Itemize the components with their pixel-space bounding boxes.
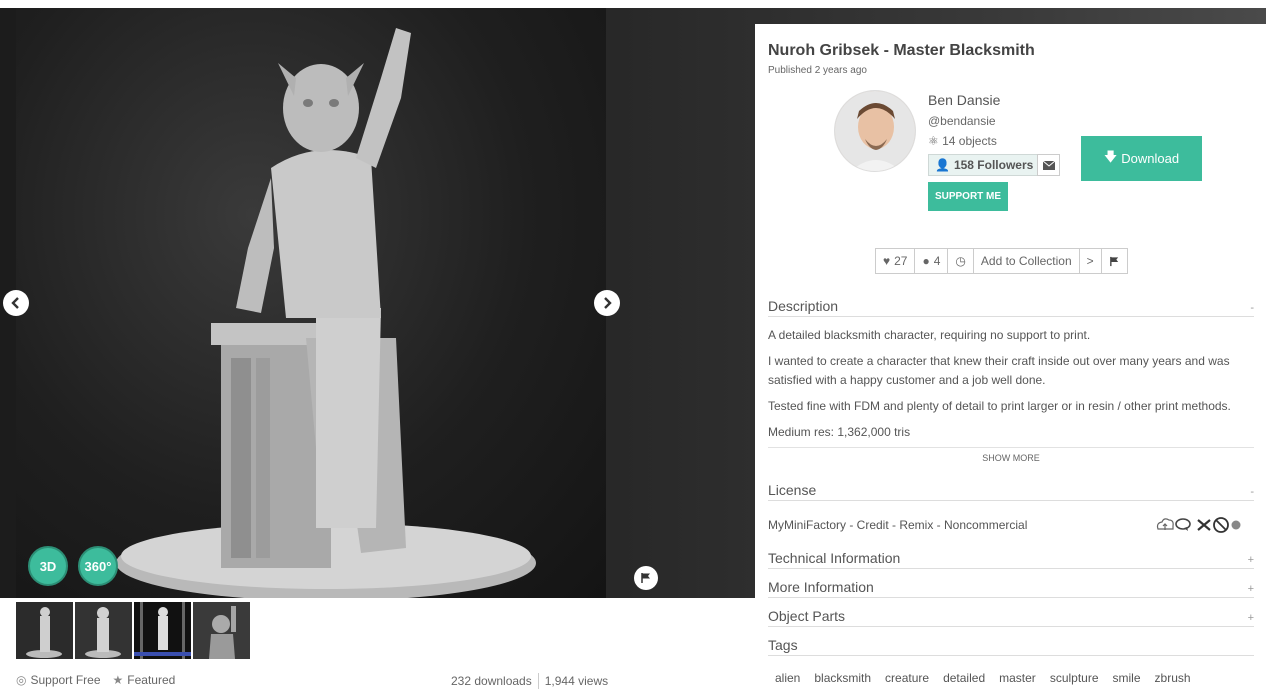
- heart-icon: ♥: [883, 254, 891, 268]
- expand-toggle: +: [1247, 612, 1254, 624]
- author-objects-count: 14 objects: [942, 134, 997, 148]
- tag-list: alien blacksmith creature detailed maste…: [768, 671, 1198, 685]
- likes-count: 27: [894, 254, 908, 268]
- tag-link[interactable]: master: [992, 671, 1043, 685]
- collapse-toggle: -: [1250, 486, 1254, 498]
- views-count: 1,944 views: [544, 674, 609, 688]
- author-handle: @bendansie: [928, 114, 996, 128]
- author-objects[interactable]: ⚛ 14 objects: [928, 134, 997, 148]
- thumbnail-image: [75, 602, 132, 659]
- technical-information-header[interactable]: Technical Information +: [768, 550, 1254, 569]
- tag-link[interactable]: alien: [768, 671, 807, 685]
- downloads-count: 232 downloads: [451, 674, 532, 688]
- comments-count: 4: [933, 254, 941, 268]
- featured-indicator: ★ Featured: [113, 673, 176, 687]
- no-support-icon: ◎: [16, 673, 27, 687]
- download-button[interactable]: 🡇 Download: [1081, 136, 1202, 181]
- more-information-header[interactable]: More Information +: [768, 579, 1254, 598]
- comment-icon: ●: [922, 254, 930, 268]
- description-paragraph: I wanted to create a character that knew…: [768, 354, 1230, 387]
- object-title: Nuroh Gribsek - Master Blacksmith: [768, 42, 1035, 59]
- report-button[interactable]: [1102, 249, 1127, 273]
- more-information-heading: More Information: [768, 579, 874, 595]
- gallery-footer-left: ◎ Support Free ★ Featured: [16, 673, 175, 687]
- license-icons-image: [1156, 517, 1241, 533]
- tag-link[interactable]: detailed: [936, 671, 992, 685]
- show-more-button[interactable]: SHOW MORE: [768, 447, 1254, 463]
- published-date: Published 2 years ago: [768, 65, 867, 76]
- license-heading: License: [768, 482, 817, 498]
- clock-icon: ◷: [955, 254, 966, 268]
- message-author-button[interactable]: [1037, 154, 1060, 176]
- history-button[interactable]: ◷: [948, 249, 974, 273]
- object-parts-header[interactable]: Object Parts +: [768, 608, 1254, 627]
- description-paragraph: Tested fine with FDM and plenty of detai…: [768, 399, 1231, 413]
- report-image-button[interactable]: [634, 566, 658, 590]
- chevron-right-icon: [604, 297, 612, 309]
- tag-link[interactable]: blacksmith: [807, 671, 878, 685]
- collapse-toggle: -: [1250, 302, 1254, 314]
- thumbnail[interactable]: [75, 602, 132, 659]
- like-button[interactable]: ♥ 27: [876, 249, 916, 273]
- avatar-image: [835, 91, 915, 171]
- flag-icon: [641, 573, 650, 583]
- stats-divider: [537, 673, 539, 689]
- tags-header: Tags: [768, 637, 1254, 656]
- share-button[interactable]: >: [1080, 249, 1102, 273]
- tag-link[interactable]: smile: [1106, 671, 1148, 685]
- license-text: MyMiniFactory - Credit - Remix - Noncomm…: [768, 518, 1028, 532]
- tag-link[interactable]: sculpture: [1043, 671, 1106, 685]
- expand-toggle: +: [1247, 583, 1254, 595]
- view-360-button[interactable]: 360°: [78, 546, 118, 586]
- tags-heading: Tags: [768, 637, 798, 653]
- thumbnail[interactable]: [134, 602, 191, 659]
- next-image-button[interactable]: [594, 290, 620, 316]
- objects-icon: ⚛: [928, 134, 939, 148]
- author-avatar[interactable]: [834, 90, 916, 172]
- download-label: Download: [1121, 151, 1180, 166]
- add-user-icon: 👤: [935, 158, 950, 172]
- thumbnail-image: [16, 602, 73, 659]
- description-paragraph: A detailed blacksmith character, requiri…: [768, 328, 1091, 342]
- chevron-left-icon: [11, 297, 19, 309]
- description-paragraph: Medium res: 1,362,000 tris: [768, 425, 911, 439]
- tag-link[interactable]: creature: [878, 671, 936, 685]
- tag-link[interactable]: zbrush: [1148, 671, 1198, 685]
- author-name[interactable]: Ben Dansie: [928, 92, 1000, 108]
- follow-button[interactable]: 👤 158 Followers: [928, 154, 1041, 176]
- view-3d-button[interactable]: 3D: [28, 546, 68, 586]
- flag-icon: [1109, 256, 1118, 266]
- description-header[interactable]: Description -: [768, 298, 1254, 317]
- thumbnail-strip: [16, 602, 250, 659]
- thumbnail[interactable]: [16, 602, 73, 659]
- figurine-image: [116, 28, 536, 598]
- license-header[interactable]: License -: [768, 482, 1254, 501]
- add-to-collection-button[interactable]: Add to Collection: [974, 249, 1080, 273]
- previous-image-button[interactable]: [3, 290, 29, 316]
- support-free-label: Support Free: [30, 673, 101, 687]
- author-card: Ben Dansie @bendansie ⚛ 14 objects 👤 158…: [768, 76, 1254, 216]
- download-icon: 🡇: [1103, 148, 1118, 164]
- technical-information-heading: Technical Information: [768, 550, 901, 566]
- share-icon: >: [1086, 254, 1094, 268]
- envelope-icon: [1042, 160, 1055, 170]
- main-photo: [16, 8, 606, 598]
- expand-toggle: +: [1247, 554, 1254, 566]
- featured-label: Featured: [127, 673, 176, 687]
- star-icon: ★: [112, 673, 124, 687]
- followers-count: 158 Followers: [953, 158, 1034, 172]
- support-me-button[interactable]: SUPPORT ME: [928, 182, 1008, 211]
- description-heading: Description: [768, 298, 839, 314]
- thumbnail-image: [193, 602, 250, 659]
- license-icons: [1156, 516, 1246, 534]
- support-free-indicator: ◎ Support Free: [16, 673, 101, 687]
- gallery-stats: 232 downloads 1,944 views: [451, 673, 608, 689]
- object-action-bar: ♥ 27 ● 4 ◷ Add to Collection >: [875, 248, 1128, 274]
- thumbnail-image: [134, 602, 191, 659]
- comments-button[interactable]: ● 4: [915, 249, 949, 273]
- object-parts-heading: Object Parts: [768, 608, 846, 624]
- thumbnail[interactable]: [193, 602, 250, 659]
